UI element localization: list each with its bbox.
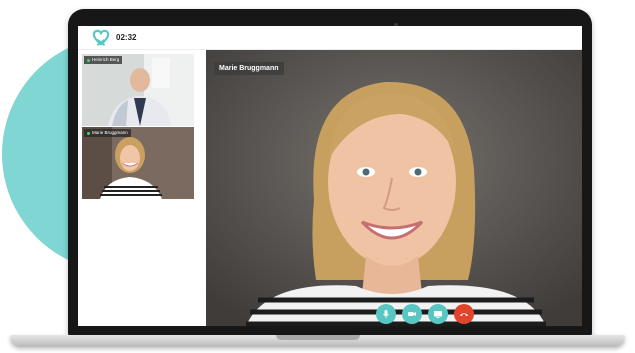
participant-tile[interactable]: Heinrich Berg [82,54,194,126]
participant-sidebar: Heinrich Berg Marie Bruggmann [78,50,204,326]
hang-up-icon [460,313,468,317]
screen-share-button[interactable] [428,304,448,324]
hang-up-button[interactable] [454,304,474,324]
speaker-name-label: Marie Bruggmann [214,62,284,75]
main-video[interactable]: Marie Bruggmann [206,50,582,326]
participant-label: Heinrich Berg [84,56,123,64]
participant-video [82,127,194,199]
app-screen: 02:32 Heinrich Berg Marie Bruggmann Mari… [78,26,582,326]
app-header: 02:32 [78,26,582,50]
participant-video [82,54,194,126]
participant-tile[interactable]: Marie Bruggmann [82,127,194,199]
mic-active-icon [87,131,90,135]
microphone-button[interactable] [376,304,396,324]
video-camera-icon [408,312,416,316]
screen-share-icon [434,311,442,318]
laptop-notch [276,335,360,340]
microphone-icon [383,310,389,318]
call-controls [376,304,474,324]
app-logo-icon [92,29,110,46]
mic-active-icon [87,58,90,62]
speaker-video [206,50,582,326]
participant-label: Marie Bruggmann [84,129,131,137]
camera-button[interactable] [402,304,422,324]
call-timer: 02:32 [116,33,137,42]
